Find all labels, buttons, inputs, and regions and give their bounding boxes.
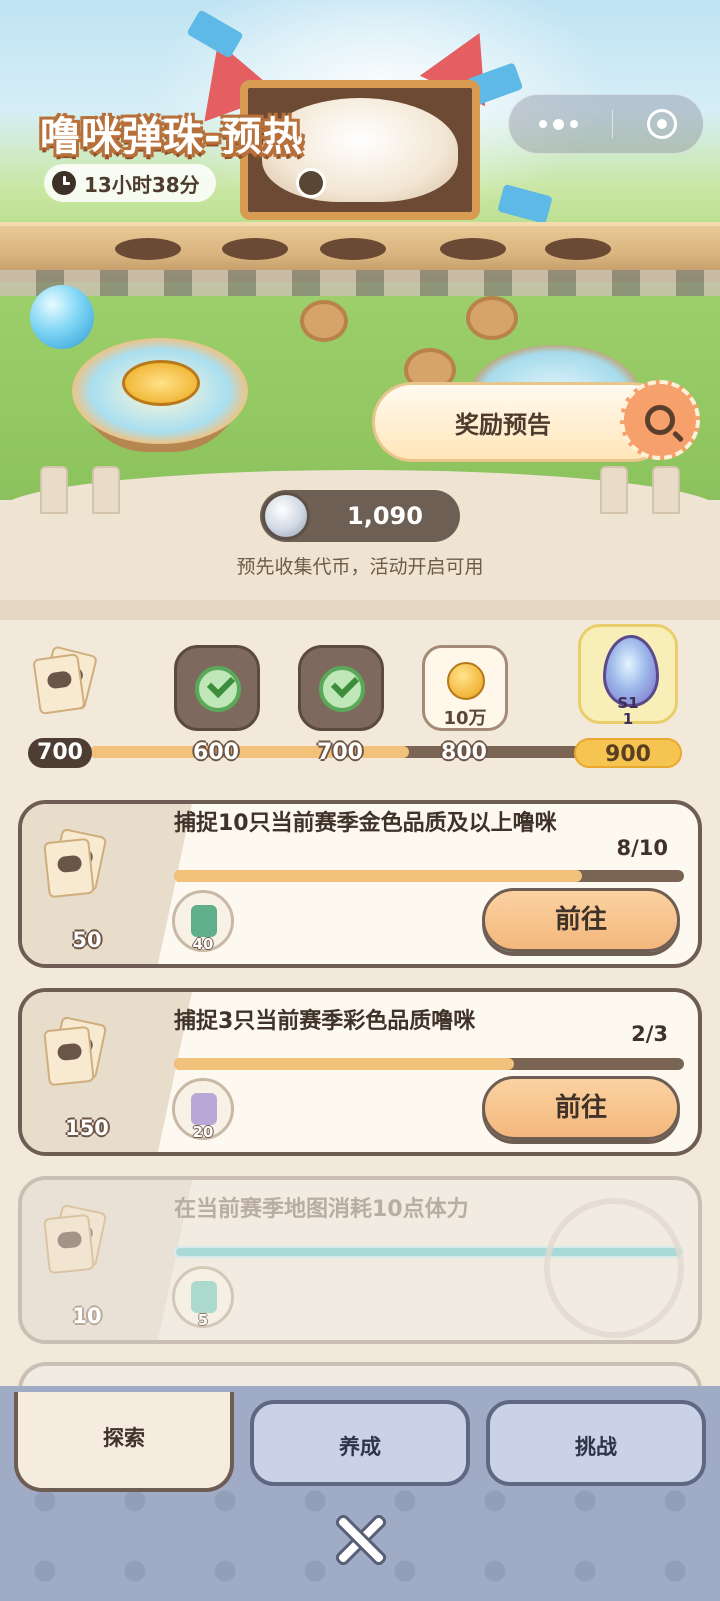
more-icon[interactable] xyxy=(539,118,578,130)
token-value: 1,090 xyxy=(347,502,423,530)
item-reward: 20 xyxy=(172,1078,234,1141)
quest-progress-bar xyxy=(174,870,684,882)
check-icon xyxy=(195,666,241,712)
fence-post xyxy=(40,466,68,514)
milestone-label: 900 xyxy=(574,738,682,768)
quest-card: 50 捕捉10只当前赛季金色品质及以上噜咪 8/10 40 前往 xyxy=(18,800,702,968)
token-note: 预先收集代币，活动开启可用 xyxy=(236,556,484,578)
gold-star-coin xyxy=(122,360,200,406)
milestone-600-claimed[interactable] xyxy=(174,645,260,731)
fence-post xyxy=(600,466,628,514)
rail-hole xyxy=(222,238,288,260)
ticket-icon xyxy=(43,1015,136,1110)
silver-token-icon xyxy=(262,492,310,540)
check-icon xyxy=(319,666,365,712)
magnifier-icon[interactable] xyxy=(620,380,700,460)
milestone-700-claimed[interactable] xyxy=(298,645,384,731)
tab-challenge[interactable]: 挑战 xyxy=(486,1400,706,1486)
reward-preview-label: 奖励预告 xyxy=(455,410,551,439)
miniapp-capsule xyxy=(508,94,704,154)
milestone-label: 600 xyxy=(193,740,239,765)
quest-progress: 2/3 xyxy=(631,1022,668,1046)
egg-tag: S1 1 xyxy=(617,694,639,728)
cat-token-icon xyxy=(191,1093,217,1125)
rail-hole xyxy=(115,238,181,260)
gold-coin-icon xyxy=(447,662,485,700)
milestone-label: 700 xyxy=(317,740,363,765)
info-icon[interactable] xyxy=(296,168,326,198)
clock-icon xyxy=(52,171,76,195)
quest-progress-bar xyxy=(174,1058,684,1070)
quest-card-completed: 10 在当前赛季地图消耗10点体力 5 xyxy=(18,1176,702,1344)
tree-stump xyxy=(300,300,348,342)
quest-title: 在当前赛季地图消耗10点体力 xyxy=(174,1197,469,1222)
rail-hole xyxy=(440,238,506,260)
ticket-reward: 50 xyxy=(72,928,102,952)
fence-post xyxy=(652,466,680,514)
milestone-label: 800 xyxy=(441,740,487,765)
rail-hole xyxy=(320,238,386,260)
completed-stamp-icon xyxy=(544,1198,684,1338)
lightning-icon xyxy=(191,1281,217,1313)
capsule-divider xyxy=(612,110,613,138)
tab-explore[interactable]: 探索 xyxy=(14,1392,234,1492)
tab-cultivate[interactable]: 养成 xyxy=(250,1400,470,1486)
quest-progress-fill xyxy=(174,870,582,882)
quest-progress: 8/10 xyxy=(616,836,668,860)
fence-post xyxy=(92,466,120,514)
ticket-reward: 10 xyxy=(72,1304,102,1328)
milestone-900-egg[interactable]: S1 1 xyxy=(578,624,678,728)
card-icon xyxy=(191,905,217,937)
quest-progress-fill xyxy=(174,1058,515,1070)
event-title: 噜咪弹珠-预热 xyxy=(40,114,304,160)
ticket-icon xyxy=(32,645,99,715)
ticket-icon xyxy=(43,827,136,922)
item-reward: 5 xyxy=(172,1266,234,1329)
milestone-800-reward[interactable]: 10万 xyxy=(422,645,508,731)
stone-rail xyxy=(0,270,720,296)
go-button[interactable]: 前往 xyxy=(482,888,680,952)
close-icon[interactable] xyxy=(332,1512,389,1568)
countdown-text: 13小时38分 xyxy=(84,172,200,197)
reward-amount: 10万 xyxy=(443,708,487,729)
rail-hole xyxy=(545,238,611,260)
item-reward: 40 xyxy=(172,890,234,953)
ticket-icon xyxy=(43,1203,136,1298)
quest-card: 150 捕捉3只当前赛季彩色品质噜咪 2/3 20 前往 xyxy=(18,988,702,1156)
current-points: 700 xyxy=(28,738,92,768)
countdown-timer: 13小时38分 xyxy=(44,164,216,202)
tree-stump xyxy=(466,296,518,340)
go-button[interactable]: 前往 xyxy=(482,1076,680,1140)
quest-title: 捕捉10只当前赛季金色品质及以上噜咪 xyxy=(174,811,557,836)
marble-ball xyxy=(30,285,94,349)
token-counter: 1,090 xyxy=(260,490,460,542)
close-target-icon[interactable] xyxy=(647,109,677,139)
quest-title: 捕捉3只当前赛季彩色品质噜咪 xyxy=(174,1009,476,1034)
ticket-reward: 150 xyxy=(65,1116,109,1140)
